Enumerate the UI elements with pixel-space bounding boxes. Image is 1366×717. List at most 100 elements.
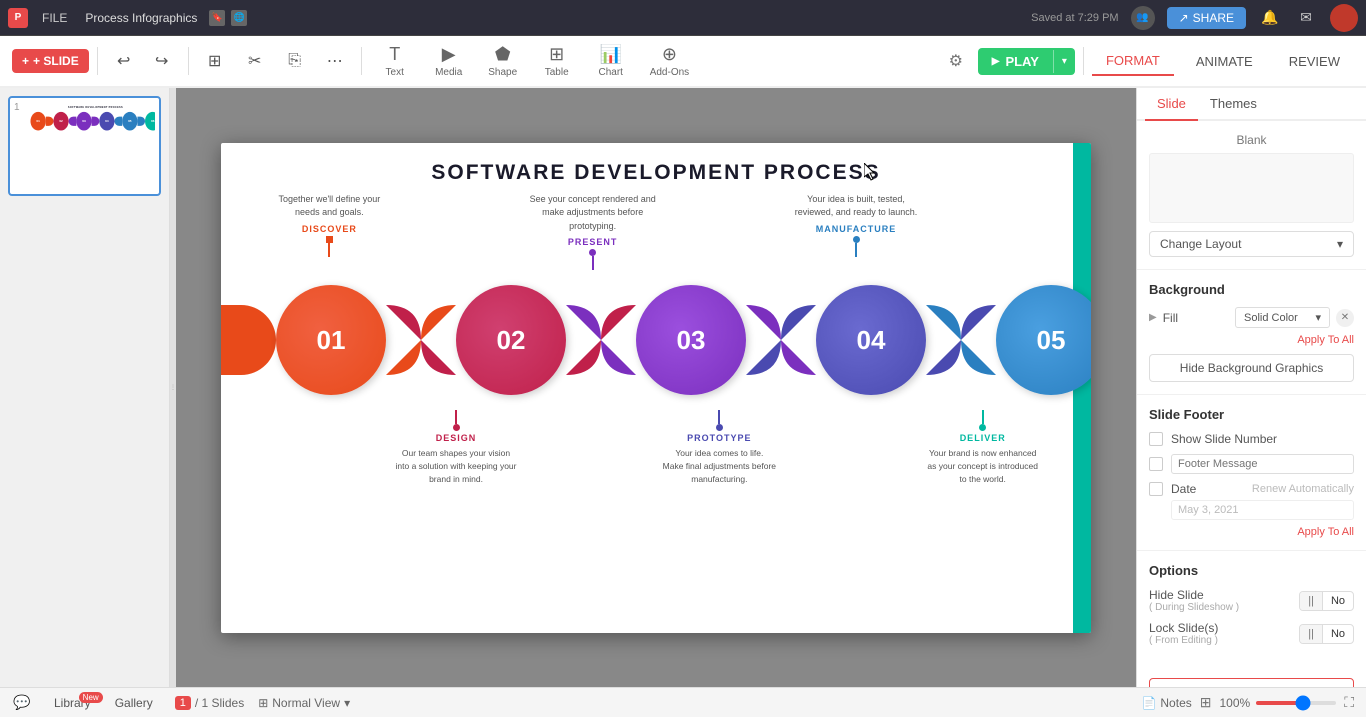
- table-icon: ⊞: [549, 44, 564, 65]
- messages-icon[interactable]: ✉: [1294, 6, 1318, 30]
- insert-table-button[interactable]: ⊞ Table: [532, 40, 582, 82]
- saved-status: Saved at 7:29 PM: [1031, 12, 1118, 24]
- gallery-tab[interactable]: Gallery: [105, 692, 163, 714]
- tab-review[interactable]: REVIEW: [1275, 48, 1354, 75]
- slide-canvas[interactable]: SOFTWARE DEVELOPMENT PROCESS Together we…: [221, 143, 1091, 633]
- collaboration-icon[interactable]: 👥: [1131, 6, 1155, 30]
- edit-master-slide-button[interactable]: Edit Master Slide: [1149, 678, 1354, 687]
- slide-panel-toggle[interactable]: ⊞: [1200, 694, 1212, 711]
- step-circle-1: 01: [276, 285, 386, 395]
- page-number-badge: 1: [175, 696, 191, 710]
- add-slide-button[interactable]: + + SLIDE: [12, 49, 89, 73]
- options-title: Options: [1149, 563, 1354, 578]
- format-painter-button[interactable]: ⊞: [197, 48, 233, 74]
- fit-to-screen-icon[interactable]: ⛶: [1344, 694, 1354, 711]
- tab-animate[interactable]: ANIMATE: [1182, 48, 1267, 75]
- view-caret-icon: ▾: [344, 696, 350, 710]
- dropdown-arrow-icon: ▾: [1315, 311, 1321, 324]
- date-label: Date: [1171, 482, 1196, 496]
- undo-icon: ↩: [117, 51, 130, 71]
- step-1-line-top: [328, 243, 330, 257]
- step-1-dot-top: [326, 236, 333, 243]
- layout-preview: [1149, 153, 1354, 223]
- date-auto-label: Renew Automatically: [1252, 483, 1354, 495]
- toolbar-right: ⚙ ▶ PLAY ▾ FORMAT ANIMATE REVIEW: [942, 47, 1354, 76]
- more-options-button[interactable]: ⋯: [317, 48, 353, 74]
- lock-slides-toggle[interactable]: || No: [1299, 624, 1354, 644]
- connector-4-5: [926, 305, 996, 375]
- bottom-left: 💬 Library New Gallery: [12, 692, 167, 714]
- fill-row: ▶ Fill Solid Color ▾ ✕: [1149, 307, 1354, 328]
- step-circle-3: 03: [636, 285, 746, 395]
- play-button[interactable]: ▶ PLAY: [978, 48, 1053, 75]
- settings-icon[interactable]: ⚙: [942, 47, 970, 75]
- canvas-area[interactable]: SOFTWARE DEVELOPMENT PROCESS Together we…: [176, 88, 1136, 687]
- change-layout-button[interactable]: Change Layout ▾: [1149, 231, 1354, 257]
- play-dropdown[interactable]: ▾: [1053, 50, 1075, 73]
- step-6-bottom-area: DELIVER Your brand is now enhancedas you…: [914, 410, 1051, 485]
- hide-slide-toggle-yes[interactable]: ||: [1300, 592, 1323, 610]
- view-mode[interactable]: ⊞ Normal View ▾: [252, 694, 356, 712]
- toolbar-separator-1: [97, 47, 98, 75]
- step-2-label-bottom: DESIGN: [393, 433, 520, 443]
- background-title: Background: [1149, 282, 1354, 297]
- solid-color-dropdown[interactable]: Solid Color ▾: [1235, 307, 1330, 328]
- layout-section: Blank Change Layout ▾: [1137, 121, 1366, 270]
- bookmark-icon[interactable]: 🔖: [209, 10, 225, 26]
- show-slide-num-checkbox[interactable]: [1149, 432, 1163, 446]
- slide-title: SOFTWARE DEVELOPMENT PROCESS: [221, 161, 1091, 185]
- file-menu[interactable]: FILE: [36, 9, 73, 27]
- undo-button[interactable]: ↩: [106, 48, 142, 74]
- lock-slides-toggle-yes[interactable]: ||: [1300, 625, 1323, 643]
- insert-text-button[interactable]: T Text: [370, 40, 420, 82]
- cut-button[interactable]: ✂: [237, 48, 273, 74]
- tab-format[interactable]: FORMAT: [1092, 47, 1174, 76]
- step-2-top-area: [398, 193, 525, 271]
- main-content: 1 SOFTWARE DEVELOPMENT PROCESS 01 02: [0, 88, 1366, 687]
- step-6-line-bottom: [982, 410, 984, 424]
- tab-themes[interactable]: Themes: [1198, 88, 1269, 119]
- date-checkbox[interactable]: [1149, 482, 1163, 496]
- app-icon: P: [8, 8, 28, 28]
- footer-message-checkbox[interactable]: [1149, 457, 1163, 471]
- copy-button[interactable]: ⎘: [277, 49, 313, 73]
- connector-3-4: [746, 305, 816, 375]
- chart-icon: 📊: [599, 44, 621, 65]
- step-3-bottom-area: [524, 410, 651, 485]
- lock-slides-label: Lock Slide(s): [1149, 621, 1218, 635]
- lock-slides-toggle-no[interactable]: No: [1323, 625, 1353, 643]
- hide-slide-toggle[interactable]: || No: [1299, 591, 1354, 611]
- notifications-icon[interactable]: 🔔: [1258, 6, 1282, 30]
- hide-background-graphics-button[interactable]: Hide Background Graphics: [1149, 354, 1354, 382]
- share-button[interactable]: ↗ SHARE: [1167, 7, 1246, 29]
- redo-button[interactable]: ↪: [144, 48, 180, 74]
- globe-icon[interactable]: 🌐: [231, 10, 247, 26]
- chat-icon[interactable]: 💬: [12, 693, 32, 713]
- insert-chart-button[interactable]: 📊 Chart: [586, 40, 636, 82]
- step-5-label-top: MANUFACTURE: [793, 224, 920, 234]
- fill-arrow-icon: ▶: [1149, 312, 1157, 323]
- footer-message-input[interactable]: [1171, 454, 1354, 474]
- step-5-bottom-area: [788, 410, 915, 485]
- library-tab[interactable]: Library New: [44, 692, 101, 714]
- tab-slide[interactable]: Slide: [1145, 88, 1198, 121]
- apply-all-2[interactable]: Apply To All: [1149, 526, 1354, 538]
- footer-section: Slide Footer Show Slide Number Date: [1137, 395, 1366, 551]
- shape-icon: ⬟: [495, 44, 511, 65]
- copy-icon: ⎘: [288, 52, 301, 70]
- more-icon: ⋯: [327, 51, 343, 71]
- fill-label: Fill: [1163, 311, 1229, 325]
- notes-icon: 📄: [1141, 696, 1156, 710]
- show-slide-num-row: Show Slide Number: [1149, 432, 1354, 446]
- user-avatar[interactable]: [1330, 4, 1358, 32]
- zoom-slider[interactable]: [1256, 701, 1336, 705]
- step-1-bottom-area: [261, 410, 388, 485]
- insert-media-button[interactable]: ▶ Media: [424, 40, 474, 82]
- hide-slide-toggle-no[interactable]: No: [1323, 592, 1353, 610]
- insert-shape-button[interactable]: ⬟ Shape: [478, 40, 528, 82]
- slide-thumbnail-1[interactable]: 1 SOFTWARE DEVELOPMENT PROCESS 01 02: [8, 96, 161, 196]
- insert-addons-button[interactable]: ⊕ Add-Ons: [640, 40, 699, 82]
- fill-reset-button[interactable]: ✕: [1336, 309, 1354, 327]
- apply-all-1[interactable]: Apply To All: [1149, 334, 1354, 346]
- notes-button[interactable]: 📄 Notes: [1141, 696, 1191, 710]
